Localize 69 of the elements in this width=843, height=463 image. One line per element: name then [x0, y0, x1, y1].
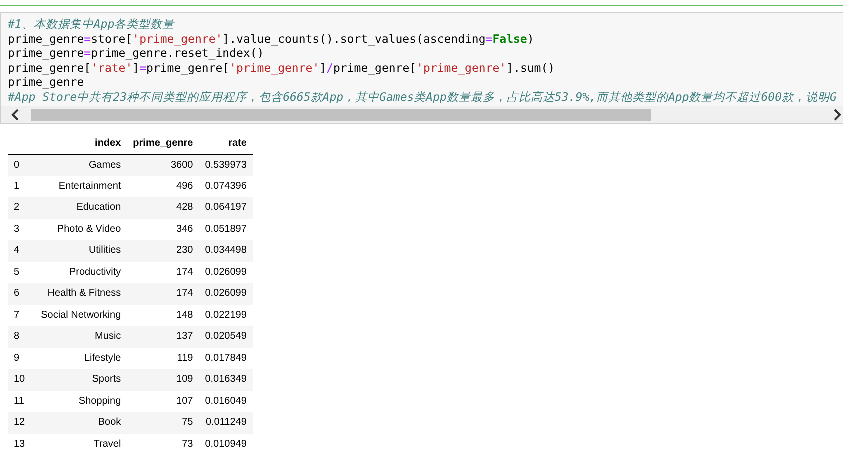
- row-index: 11: [8, 390, 36, 412]
- table-cell: 0.026099: [199, 262, 253, 283]
- table-cell: 174: [127, 262, 200, 283]
- code-line: #1、本数据集中App各类型数量: [8, 17, 175, 32]
- table-cell: Productivity: [35, 262, 128, 283]
- table-cell: 148: [127, 304, 200, 326]
- row-index: 13: [8, 434, 36, 455]
- code-line: prime_genre: [8, 75, 84, 90]
- row-index: 9: [8, 348, 36, 369]
- row-index: 7: [8, 304, 36, 326]
- row-index: 12: [8, 412, 36, 434]
- column-header: rate: [199, 134, 253, 154]
- row-index: 8: [8, 326, 36, 348]
- row-index: 2: [8, 197, 36, 218]
- table-cell: Games: [35, 154, 128, 176]
- table-cell: 428: [127, 197, 200, 218]
- table-cell: 496: [127, 176, 200, 197]
- row-index: 1: [8, 176, 36, 197]
- column-header: prime_genre: [127, 134, 200, 154]
- table-cell: 3600: [127, 154, 200, 176]
- row-index: 5: [8, 262, 36, 283]
- table-cell: 0.010949: [199, 434, 253, 455]
- scrollbar-thumb[interactable]: [31, 108, 651, 120]
- table-cell: 174: [127, 283, 200, 304]
- code-line: prime_genre=prime_genre.reset_index(): [8, 46, 264, 60]
- table-cell: Education: [35, 197, 128, 218]
- table-cell: 0.016049: [199, 390, 253, 412]
- table-cell: Lifestyle: [35, 348, 128, 369]
- table-cell: 230: [127, 240, 200, 262]
- table-cell: Entertainment: [35, 176, 128, 197]
- table-cell: 346: [127, 218, 200, 240]
- table-cell: 0.011249: [199, 412, 253, 434]
- table-cell: Utilities: [35, 240, 128, 262]
- table-cell: 109: [127, 369, 200, 390]
- column-header: index: [35, 134, 128, 154]
- table-cell: 73: [127, 434, 200, 455]
- table-cell: 0.017849: [199, 348, 253, 369]
- row-index: 6: [8, 283, 36, 304]
- code-line: #App Store中共有23种不同类型的应用程序，包含6665款App，其中Games类App数量最多，占比高达53.9%,而其他类型的App数量均不超过600款，说明G: [8, 90, 837, 104]
- table-cell: 0.016349: [199, 369, 253, 390]
- table-cell: 137: [127, 326, 200, 348]
- table-cell: 0.074396: [199, 176, 253, 197]
- code-line: prime_genre['rate']=prime_genre['prime_genre']/prime_genre['prime_genre'].sum(): [8, 60, 556, 75]
- chevron-right-icon[interactable]: [832, 108, 842, 120]
- code-line: prime_genre=store['prime_genre'].value_counts().sort_values(ascending=False): [8, 32, 534, 46]
- row-index: 4: [8, 240, 36, 262]
- table-cell: 119: [127, 348, 200, 369]
- table-cell: 75: [127, 412, 200, 434]
- table-cell: 107: [127, 390, 200, 412]
- table-cell: Shopping: [35, 390, 128, 412]
- row-index: 3: [8, 218, 36, 240]
- table-cell: Sports: [35, 369, 128, 390]
- table-cell: Travel: [35, 434, 128, 455]
- table-cell: Social Networking: [35, 304, 128, 326]
- row-index: 0: [8, 154, 36, 176]
- row-index: 10: [8, 369, 36, 390]
- chevron-left-icon[interactable]: [11, 108, 21, 120]
- table-cell: Book: [35, 412, 128, 434]
- table-cell: 0.022199: [199, 304, 253, 326]
- table-cell: 0.539973: [199, 154, 253, 176]
- table-cell: 0.034498: [199, 240, 253, 262]
- table-cell: 0.064197: [199, 197, 253, 218]
- table-cell: 0.051897: [199, 218, 253, 240]
- table-cell: Photo & Video: [35, 218, 128, 240]
- table-cell: Music: [35, 326, 128, 348]
- table-cell: 0.020549: [199, 326, 253, 348]
- table-cell: 0.026099: [199, 283, 253, 304]
- table-cell: Health & Fitness: [35, 283, 128, 304]
- horizontal-scrollbar[interactable]: [1, 106, 843, 123]
